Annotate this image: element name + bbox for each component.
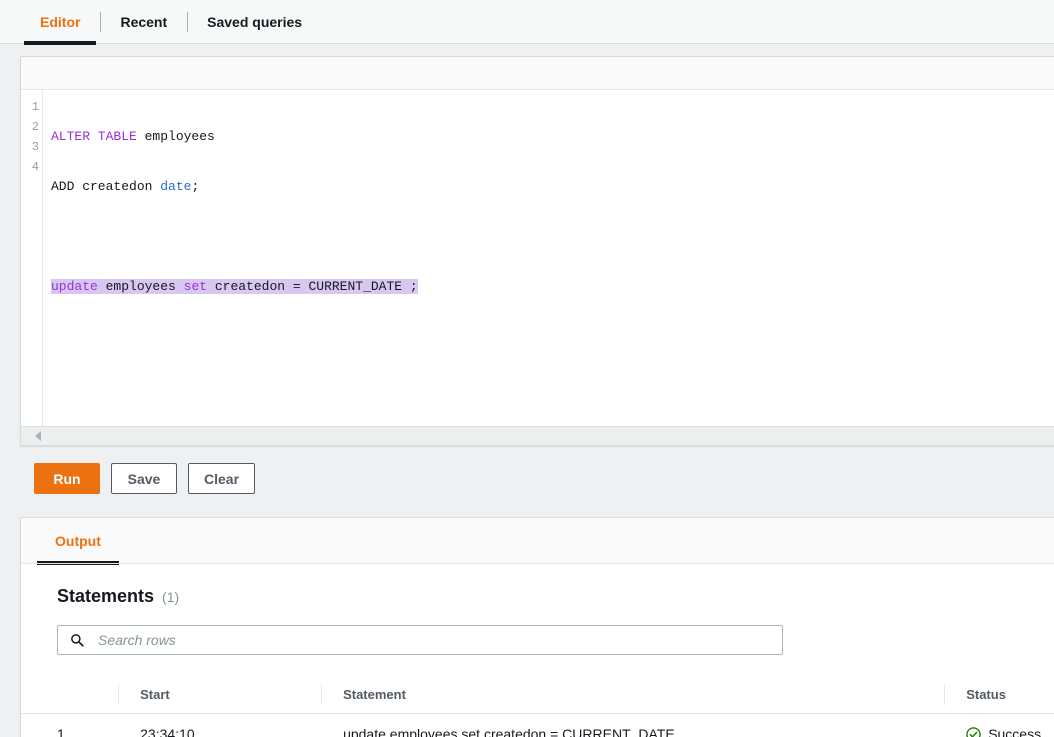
line-number-gutter: 1 2 3 4 [21,90,43,426]
code-line-4-selection: update employees set createdon = CURRENT… [51,279,418,294]
tab-saved-queries-label: Saved queries [207,14,303,30]
code-token: createdon = CURRENT_DATE ; [207,279,418,294]
table-row[interactable]: 1 23:34:10 update employees set createdo… [21,713,1054,737]
tab-editor-label: Editor [40,14,81,30]
code-token: date [160,179,192,194]
run-button[interactable]: Run [34,463,100,494]
column-header-statement[interactable]: Statement [321,677,945,714]
caret-left-icon[interactable] [35,431,41,441]
search-icon [71,634,84,647]
editor-toolbar [21,57,1054,90]
editor-action-buttons: Run Save Clear [34,463,1054,494]
statements-count: (1) [162,589,180,605]
statements-title: Statements [57,586,155,606]
search-row-wrapper [21,607,1054,655]
tab-recent[interactable]: Recent [100,0,187,44]
tab-output[interactable]: Output [37,518,119,565]
statements-table-header: Start Statement Status [21,677,1054,714]
code-token: employees [97,279,184,294]
search-rows-box[interactable] [57,625,783,655]
line-number: 1 [31,100,39,114]
line-number: 2 [31,120,39,134]
tab-saved-queries[interactable]: Saved queries [187,0,322,44]
save-button[interactable]: Save [111,463,177,494]
check-circle-icon [966,726,981,737]
tab-editor[interactable]: Editor [20,0,100,45]
code-token: ; [191,179,200,194]
table-header-row: Start Statement Status [21,677,1054,714]
column-header-status[interactable]: Status [944,677,1054,714]
statements-header: Statements (1) [21,564,1054,607]
cell-index: 1 [21,713,119,737]
code-line-4: update employees set createdon = CURRENT… [51,277,1054,297]
line-number: 3 [31,140,39,154]
code-token: set [183,279,208,294]
status-badge: Success [966,726,1054,737]
tab-output-label: Output [55,533,101,549]
cell-start: 23:34:10 [118,713,322,737]
column-header-index[interactable] [21,677,119,714]
statements-table-body: 1 23:34:10 update employees set createdo… [21,713,1054,737]
column-header-start[interactable]: Start [118,677,322,714]
code-token: employees [136,129,215,144]
statements-table: Start Statement Status 1 23:34:10 update… [21,677,1054,737]
sql-code-area[interactable]: ALTER TABLE employees ADD createdon date… [43,90,1054,426]
editor-tab-bar: Editor Recent Saved queries [0,0,1054,45]
editor-footer-bar [21,426,1054,445]
clear-button[interactable]: Clear [188,463,256,494]
code-line-1: ALTER TABLE employees [51,127,1054,147]
output-tab-bar: Output [21,518,1054,565]
code-token: ADD createdon [51,179,161,194]
tab-recent-label: Recent [120,14,168,30]
cell-statement: update employees set createdon = CURRENT… [321,713,945,737]
code-token: ALTER TABLE [51,129,137,144]
code-line-2: ADD createdon date; [51,177,1054,197]
search-rows-input[interactable] [96,631,782,649]
editor-body[interactable]: 1 2 3 4 ALTER TABLE employees ADD create… [21,90,1054,426]
code-token: update [51,279,98,294]
cell-status: Success [944,713,1054,737]
output-panel: Output Statements (1) Start Statement St… [20,517,1054,737]
line-number: 4 [31,160,39,174]
status-label: Success [988,726,1042,737]
sql-editor-panel: 1 2 3 4 ALTER TABLE employees ADD create… [20,56,1054,446]
